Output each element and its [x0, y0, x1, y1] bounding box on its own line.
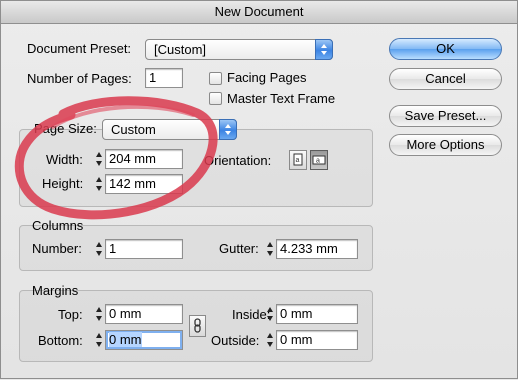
ok-button[interactable]: OK [389, 38, 502, 60]
gutter-stepper[interactable] [265, 239, 275, 259]
height-stepper[interactable] [94, 174, 104, 194]
margin-outside-label: Outside: [211, 333, 260, 348]
page-size-value: Custom [111, 122, 156, 137]
margin-bottom-label: Bottom: [38, 333, 83, 348]
margin-outside-stepper[interactable] [265, 330, 275, 350]
more-options-button[interactable]: More Options [389, 134, 502, 156]
document-preset-select[interactable]: [Custom] [145, 39, 333, 60]
svg-text:a: a [316, 158, 320, 165]
margin-outside-field[interactable]: 0 mm [276, 330, 358, 350]
portrait-orientation-icon: a [293, 153, 303, 166]
landscape-orientation-icon: a [312, 155, 326, 165]
height-label: Height: [42, 176, 84, 191]
margins-title: Margins [32, 283, 79, 298]
margin-top-label: Top: [58, 307, 83, 322]
columns-number-label: Number: [32, 241, 82, 256]
gutter-field[interactable]: 4.233 mm [276, 239, 358, 259]
page-size-select[interactable]: Custom [102, 119, 237, 140]
chevron-updown-icon [219, 119, 237, 140]
document-preset-value: [Custom] [154, 42, 207, 57]
make-all-settings-same-button[interactable] [189, 315, 206, 337]
margin-bottom-field[interactable]: 0 mm [105, 330, 183, 350]
margin-inside-field[interactable]: 0 mm [276, 304, 358, 324]
number-of-pages-label: Number of Pages: [27, 71, 132, 86]
margin-top-field[interactable]: 0 mm [105, 304, 183, 324]
height-field[interactable]: 142 mm [105, 174, 183, 194]
facing-pages-label: Facing Pages [227, 70, 307, 85]
margin-inside-stepper[interactable] [265, 304, 275, 324]
svg-text:a: a [296, 157, 300, 164]
width-label: Width: [46, 152, 83, 167]
chevron-updown-icon [315, 39, 333, 60]
gutter-label: Gutter: [219, 241, 259, 256]
number-of-pages-field[interactable]: 1 [145, 68, 183, 88]
columns-number-field[interactable]: 1 [105, 239, 183, 259]
margin-bottom-value: 0 mm [109, 332, 142, 347]
window-title: New Document [1, 1, 517, 24]
orientation-label: Orientation: [204, 153, 272, 168]
master-text-frame-checkbox[interactable] [209, 92, 222, 105]
landscape-orientation-button[interactable]: a [310, 150, 328, 170]
document-preset-label: Document Preset: [27, 41, 132, 56]
margin-bottom-stepper[interactable] [94, 330, 104, 350]
page-size-label: Page Size: [34, 121, 97, 136]
columns-title: Columns [32, 218, 84, 233]
save-preset-button[interactable]: Save Preset... [389, 105, 502, 127]
portrait-orientation-button[interactable]: a [289, 150, 307, 170]
columns-number-stepper[interactable] [94, 239, 104, 259]
cancel-button[interactable]: Cancel [389, 68, 502, 90]
new-document-dialog: New Document Document Preset: [Custom] N… [0, 0, 518, 379]
master-text-frame-label: Master Text Frame [227, 91, 336, 106]
width-stepper[interactable] [94, 149, 104, 169]
width-field[interactable]: 204 mm [105, 149, 183, 169]
chain-link-icon [194, 318, 201, 333]
facing-pages-checkbox[interactable] [209, 72, 222, 85]
margin-top-stepper[interactable] [94, 304, 104, 324]
